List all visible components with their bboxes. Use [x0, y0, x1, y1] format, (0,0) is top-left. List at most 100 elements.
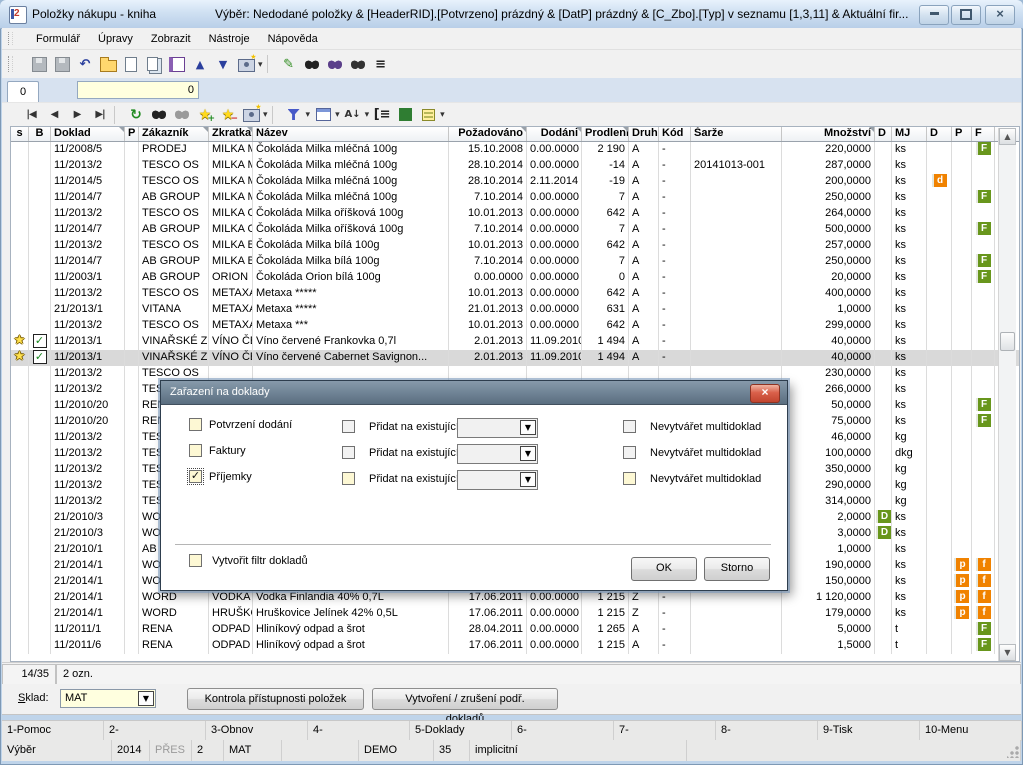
snapshot-icon-button[interactable] — [235, 53, 257, 75]
column-header-d1[interactable]: D — [875, 127, 892, 141]
resize-grip[interactable] — [1007, 746, 1019, 758]
group-list-icon-button[interactable]: [≡ — [371, 104, 393, 126]
menu-item-4[interactable]: Nástroje — [201, 30, 258, 48]
kontrola-button[interactable]: Kontrola přístupnosti položek — [187, 688, 364, 710]
find-icon-button[interactable] — [301, 53, 323, 75]
restore-button[interactable] — [951, 5, 981, 25]
existing-doc-combobox-3[interactable]: ▼ — [457, 470, 538, 490]
open-folder-icon-button[interactable] — [97, 53, 119, 75]
bulk-change-icon-button[interactable]: ✎ — [278, 53, 300, 75]
column-header-zakaznik[interactable]: Zákazník — [139, 127, 209, 141]
column-header-prodleni[interactable]: Prodlení — [582, 127, 629, 141]
new-doc-icon-button[interactable] — [120, 53, 142, 75]
table-row-2[interactable]: 11/2013/2TESCO OSMILKA M...Čokoláda Milk… — [11, 158, 1019, 174]
table-row-7[interactable]: 11/2013/2TESCO OSMILKA BÍ...Čokoláda Mil… — [11, 238, 1019, 254]
column-header-zkratka1[interactable]: Zkratka 1 — [209, 127, 253, 141]
table-row-32[interactable]: 11/2011/6RENAODPAD H...Hliníkový odpad a… — [11, 638, 1019, 654]
fkey-5[interactable]: 5-Doklady — [410, 721, 512, 741]
column-header-f[interactable]: F — [972, 127, 995, 141]
column-header-doklad[interactable]: Doklad — [51, 127, 125, 141]
fkey-7[interactable]: 7- — [614, 721, 716, 741]
copy-icon-button[interactable] — [143, 53, 165, 75]
column-header-s[interactable]: s — [11, 127, 29, 141]
nav-prev-icon-button[interactable]: ◀ — [43, 104, 65, 126]
row-checkbox-checked[interactable]: ✓ — [33, 334, 47, 348]
context-menu-icon-button[interactable]: ≡ — [370, 53, 392, 75]
fkey-2[interactable]: 2- — [104, 721, 206, 741]
column-header-nazev[interactable]: Název — [253, 127, 449, 141]
menu-item-5[interactable]: Nápověda — [260, 30, 326, 48]
scrollbar-thumb[interactable] — [1000, 332, 1015, 351]
fkey-1[interactable]: 1-Pomoc — [2, 721, 104, 741]
table-row-30[interactable]: 21/2014/1WORDHRUŠKO...Hruškovice Jelínek… — [11, 606, 1019, 622]
filter-icon-button[interactable] — [283, 104, 305, 126]
table-row-13[interactable]: ★✓11/2013/1VINAŘSKÉ ZVÍNO ČE...Víno červ… — [11, 334, 1019, 350]
chevron-down-icon[interactable]: ▼ — [138, 691, 154, 706]
nav-snapshot-icon-button[interactable] — [240, 104, 262, 126]
column-header-sarze[interactable]: Šarže — [691, 127, 782, 141]
close-button[interactable]: × — [985, 5, 1015, 25]
table-row-8[interactable]: 11/2014/7AB GROUPMILKA BÍ...Čokoláda Mil… — [11, 254, 1019, 270]
nav-last-icon-button[interactable]: ▶| — [89, 104, 111, 126]
table-row-29[interactable]: 21/2014/1WORDVODKA F...Vodka Finlandia 4… — [11, 590, 1019, 606]
snapshot-dropdown-icon[interactable]: ▾ — [258, 59, 263, 70]
add-existing-checkbox-3[interactable] — [342, 472, 355, 485]
column-header-druh[interactable]: Druh — [629, 127, 659, 141]
remove-mark-icon-button[interactable]: ★− — [217, 104, 239, 126]
scroll-down-icon[interactable]: ▼ — [999, 644, 1016, 661]
menu-item-2[interactable]: Úpravy — [90, 30, 141, 48]
column-header-pozadovano[interactable]: Požadováno — [449, 127, 527, 141]
table-row-3[interactable]: 11/2014/5TESCO OSMILKA M...Čokoláda Milk… — [11, 174, 1019, 190]
nav-find-icon-button[interactable] — [148, 104, 170, 126]
table-row-1[interactable]: 11/2008/5PRODEJMILKA M...Čokoláda Milka … — [11, 142, 1019, 158]
existing-doc-combobox-2[interactable]: ▼ — [457, 444, 538, 464]
nav-find-dim-icon-button[interactable] — [171, 104, 193, 126]
dialog-close-button[interactable]: × — [750, 384, 780, 403]
nav-first-icon-button[interactable]: |◀ — [20, 104, 42, 126]
fkey-9[interactable]: 9-Tisk — [818, 721, 920, 741]
column-header-d2[interactable]: D — [927, 127, 952, 141]
table-row-12[interactable]: 11/2013/2TESCO OSMETAXA 3*Metaxa ***10.0… — [11, 318, 1019, 334]
table-row-5[interactable]: 11/2013/2TESCO OSMILKA O...Čokoláda Milk… — [11, 206, 1019, 222]
table-row-11[interactable]: 21/2013/1VITANAMETAXA 5*Metaxa *****21.0… — [11, 302, 1019, 318]
undo-icon-button[interactable]: ↶ — [74, 53, 96, 75]
column-header-p2[interactable]: P — [952, 127, 972, 141]
add-existing-checkbox-1[interactable] — [342, 420, 355, 433]
column-header-mnozstvi[interactable]: Množství — [782, 127, 875, 141]
existing-doc-combobox-1[interactable]: ▼ — [457, 418, 538, 438]
vytvoreni-button[interactable]: Vytvoření / zrušení podř. dokladů — [372, 688, 558, 710]
nav-refresh-icon-button[interactable]: ↻ — [125, 104, 147, 126]
chevron-down-icon[interactable]: ▼ — [520, 420, 536, 435]
filter-dd-icon[interactable]: ▾ — [306, 109, 311, 120]
ok-button[interactable]: OK — [631, 557, 697, 581]
find-doc-icon-button[interactable] — [324, 53, 346, 75]
table-row-9[interactable]: 11/2003/1AB GROUPORION B...Čokoláda Orio… — [11, 270, 1019, 286]
scroll-up-icon[interactable]: ▲ — [999, 128, 1016, 145]
fkey-8[interactable]: 8- — [716, 721, 818, 741]
row-checkbox-checked[interactable]: ✓ — [33, 350, 47, 364]
doc-type-checkbox-2[interactable] — [189, 444, 202, 457]
fkey-6[interactable]: 6- — [512, 721, 614, 741]
vertical-scrollbar[interactable]: ▲ ▼ — [998, 128, 1016, 661]
doc-type-checkbox-3[interactable]: ✓ — [189, 470, 202, 483]
sklad-combobox[interactable]: MAT ▼ — [60, 689, 156, 708]
chevron-down-icon[interactable]: ▼ — [520, 446, 536, 461]
add-mark-icon-button[interactable]: ★+ — [194, 104, 216, 126]
column-header-p[interactable]: P — [125, 127, 139, 141]
form-view-dd-icon[interactable]: ▾ — [335, 109, 340, 120]
menu-item-3[interactable]: Zobrazit — [143, 30, 199, 48]
table-row-31[interactable]: 11/2011/1RENAODPAD H...Hliníkový odpad a… — [11, 622, 1019, 638]
nav-next-icon-button[interactable]: ▶ — [66, 104, 88, 126]
export-excel-icon-button[interactable] — [394, 104, 416, 126]
column-header-kod[interactable]: Kód — [659, 127, 691, 141]
move-up-icon-button[interactable]: ▲ — [189, 53, 211, 75]
doc-type-checkbox-1[interactable] — [189, 418, 202, 431]
fkey-10[interactable]: 10-Menu — [920, 721, 1022, 741]
columns-icon-button[interactable] — [417, 104, 439, 126]
form-view-icon-button[interactable] — [312, 104, 334, 126]
column-header-mj[interactable]: MJ — [892, 127, 927, 141]
storno-button[interactable]: Storno — [704, 557, 770, 581]
snapshot-dd-icon[interactable]: ▾ — [263, 109, 268, 120]
chevron-down-icon[interactable]: ▼ — [520, 472, 536, 487]
column-header-dodani[interactable]: Dodáni — [527, 127, 582, 141]
